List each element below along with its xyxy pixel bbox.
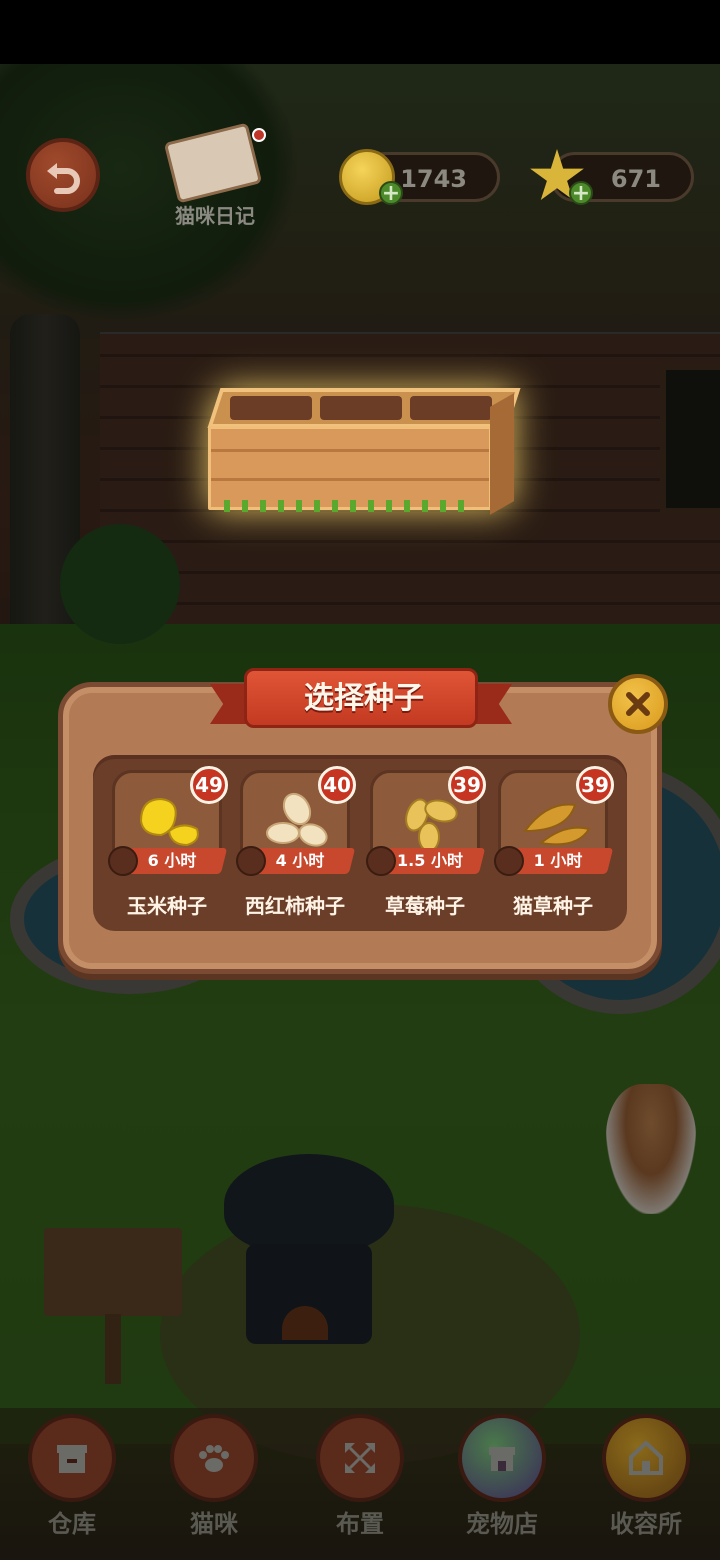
bottom-nav: 仓库 猫咪 布置 宠物店 收容所 [0, 1408, 720, 1560]
seed-item-catgrass[interactable]: 39 1 小时 猫草种子 [494, 766, 614, 920]
notification-dot [252, 128, 266, 142]
arrange-icon [345, 1443, 375, 1473]
catgrass-crop-icon [494, 846, 524, 876]
nav-arrange[interactable]: 布置 [300, 1408, 420, 1558]
back-arrow-icon [47, 163, 80, 194]
star-counter[interactable]: + 671 [530, 149, 694, 205]
warehouse-icon [57, 1445, 87, 1473]
dialog-title-ribbon: 选择种子 [210, 668, 512, 734]
nav-button [458, 1414, 546, 1502]
seed-item-corn[interactable]: 49 6 小时 玉米种子 [108, 766, 228, 920]
planter-body [208, 426, 492, 510]
paw-icon [199, 1445, 229, 1472]
nav-button [170, 1414, 258, 1502]
seed-count-badge: 39 [448, 766, 486, 804]
coin-value: 1743 [400, 165, 467, 193]
ribbon-main: 选择种子 [244, 668, 478, 728]
seed-name: 玉米种子 [127, 894, 207, 918]
seed-item-strawberry[interactable]: 39 1.5 小时 草莓种子 [366, 766, 486, 920]
seed-name: 西红柿种子 [245, 894, 345, 918]
nav-label: 宠物店 [466, 1510, 538, 1538]
back-button[interactable] [26, 138, 100, 212]
corn-crop-icon [108, 846, 138, 876]
nav-button [602, 1414, 690, 1502]
nav-label: 布置 [336, 1510, 384, 1538]
nav-warehouse[interactable]: 仓库 [12, 1408, 132, 1558]
nav-cats[interactable]: 猫咪 [154, 1408, 274, 1558]
star-value: 671 [610, 165, 661, 193]
diary-label: 猫咪日记 [175, 204, 255, 228]
add-stars-button[interactable]: + [569, 181, 593, 205]
dialog-title: 选择种子 [304, 681, 424, 716]
cat-diary-button[interactable]: 猫咪日记 [160, 122, 270, 228]
planter-soil-slot [320, 396, 402, 420]
nav-pet-shop[interactable]: 宠物店 [442, 1408, 562, 1558]
nav-label: 收容所 [610, 1510, 682, 1538]
strawberry-crop-icon [366, 846, 396, 876]
nav-label: 猫咪 [190, 1510, 238, 1538]
nav-button [28, 1414, 116, 1502]
nav-label: 仓库 [48, 1510, 96, 1538]
planter-side [490, 393, 514, 515]
seed-count-badge: 40 [318, 766, 356, 804]
planter-soil-slot [410, 396, 492, 420]
shelter-icon [629, 1440, 663, 1475]
nav-button [316, 1414, 404, 1502]
planter-grass [224, 500, 474, 512]
close-icon [626, 692, 650, 716]
tomato-crop-icon [236, 846, 266, 876]
seed-item-tomato[interactable]: 40 4 小时 西红柿种子 [236, 766, 356, 920]
close-button[interactable] [608, 674, 668, 734]
coin-counter[interactable]: + 1743 [339, 149, 500, 205]
seed-name: 草莓种子 [385, 894, 465, 918]
diary-book-icon [163, 122, 263, 204]
seed-name: 猫草种子 [513, 894, 593, 918]
pet-shop-icon [489, 1447, 515, 1471]
status-bar [0, 0, 720, 64]
planter-box[interactable] [200, 388, 521, 528]
seed-count-badge: 49 [190, 766, 228, 804]
nav-shelter[interactable]: 收容所 [586, 1408, 706, 1558]
seed-count-badge: 39 [576, 766, 614, 804]
planter-soil-slot [230, 396, 312, 420]
